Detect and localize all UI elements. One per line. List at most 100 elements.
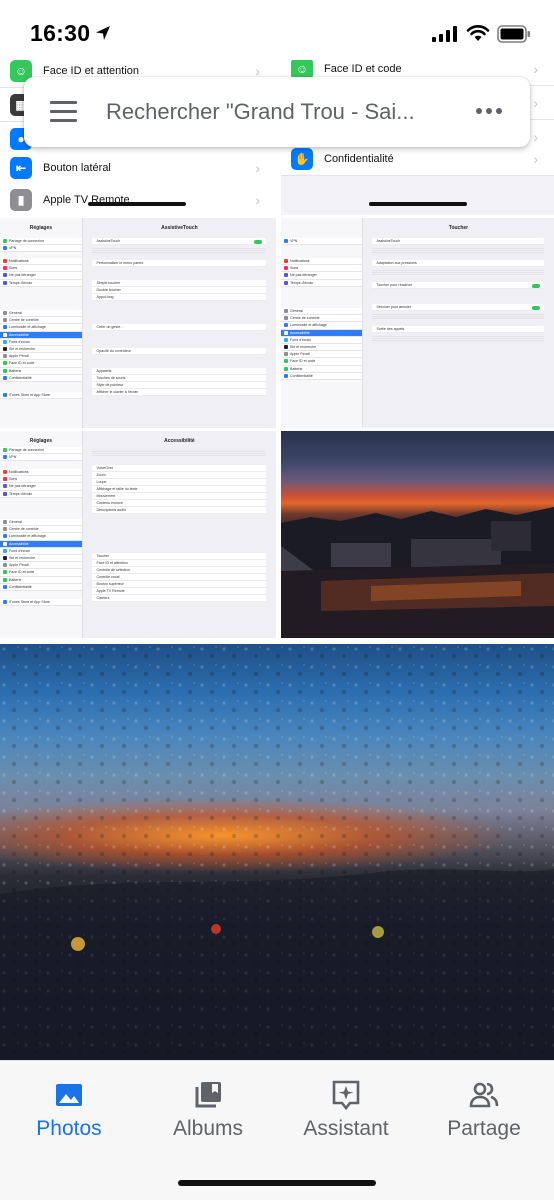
photos-icon	[56, 1084, 82, 1106]
ipad-card: Personnaliser le menu parent	[92, 260, 267, 267]
list-item: Créer un geste…	[92, 324, 267, 331]
tab-albums[interactable]: Albums	[143, 1075, 273, 1155]
ipad-card: Appareils Touches de souris Style de poi…	[92, 368, 267, 396]
albums-icon	[195, 1082, 221, 1108]
list-item: Notifications	[0, 258, 82, 266]
wifi-icon	[466, 25, 490, 41]
home-indicator	[369, 202, 467, 206]
ipad-footnote	[372, 270, 545, 275]
tab-assistant-label: Assistant	[303, 1117, 389, 1140]
list-item: Notifications	[0, 469, 82, 477]
ipad-footnote	[372, 248, 545, 253]
toggle-switch	[532, 283, 541, 288]
more-options-icon[interactable]	[476, 108, 502, 116]
list-item: Partage de connexion	[0, 238, 82, 246]
list-item: AssistiveTouch	[92, 238, 267, 245]
ipad-sidebar-list: iTunes Store et App Store	[0, 392, 82, 400]
cellular-signal-icon	[432, 26, 457, 42]
list-item: Partage de connexion	[0, 447, 82, 455]
list-item: Apple Pencil	[0, 562, 82, 570]
list-item: Ne pas déranger	[0, 483, 82, 491]
rooftop-silhouette-image	[281, 507, 554, 638]
list-item: Face ID et code	[0, 569, 82, 577]
ipad-footnote	[92, 451, 267, 456]
list-item: Contenu énoncé	[92, 500, 267, 507]
toggle-switch	[532, 305, 541, 310]
list-item: Siri et recherche	[0, 345, 82, 354]
chevron-right-icon: ›	[533, 94, 538, 111]
list-item: Ne pas déranger	[0, 272, 82, 280]
ipad-card: Adaptation aux pressions	[372, 260, 545, 267]
list-item: ▮ Apple TV Remote ›	[0, 183, 276, 215]
ipad-page-title: Accessibilité	[164, 438, 195, 444]
ipad-card: Toucher Face ID et attention Contrôle de…	[92, 553, 267, 602]
list-item: Toucher	[92, 553, 267, 560]
list-item: VPN	[0, 454, 82, 462]
ipad-page-title: Toucher	[448, 225, 469, 231]
ipad-card: AssistiveTouch	[372, 238, 545, 245]
hamburger-menu-icon[interactable]	[50, 101, 78, 123]
ipad-sidebar-list: Partage de connexion VPN	[0, 238, 82, 253]
list-item: Contrôle de sélection	[92, 567, 267, 574]
photo-grid: ☺ Face ID et attention › ▦ ● ⇤ Bouton la…	[0, 60, 554, 1060]
chevron-right-icon: ›	[533, 60, 538, 77]
ipad-card: AssistiveTouch	[92, 238, 267, 245]
home-indicator	[88, 202, 186, 206]
list-item: Adaptation aux pressions	[372, 260, 545, 267]
ipad-main-pane: Accessibilité VoiceOver Zoom Loupe Affic…	[82, 431, 276, 638]
ipad-sidebar-list: Général Centre de contrôle Luminosité et…	[0, 519, 82, 591]
list-item: Batterie	[0, 576, 82, 584]
search-bar[interactable]: Rechercher "Grand Trou - Sai...	[24, 77, 530, 147]
settings-label: Face ID et code	[324, 62, 402, 75]
list-item: Batterie	[0, 367, 82, 375]
list-item: Touches de souris	[92, 375, 267, 382]
list-item: ✋ Confidentialité ›	[281, 142, 554, 176]
list-item: Temps d'écran	[281, 279, 362, 287]
photo-tile-sunset-rooftops[interactable]	[281, 431, 554, 638]
sharing-icon	[469, 1082, 499, 1108]
ipad-footnote	[92, 248, 267, 253]
tab-photos-label: Photos	[36, 1117, 102, 1140]
ipad-sidebar-title: Réglages	[29, 225, 53, 231]
location-arrow-icon	[96, 26, 110, 40]
tab-assistant[interactable]: Assistant	[281, 1075, 411, 1155]
list-item: Ne pas déranger	[281, 272, 362, 280]
search-input[interactable]: Rechercher "Grand Trou - Sai...	[106, 99, 436, 125]
ipad-main-pane: AssistiveTouch AssistiveTouch Personnali…	[82, 218, 276, 428]
list-item: Sons	[0, 265, 82, 273]
ipad-page-title: AssistiveTouch	[161, 225, 198, 231]
tab-sharing[interactable]: Partage	[419, 1075, 549, 1155]
status-time: 16:30	[30, 20, 91, 46]
ipad-sidebar: VPN Notifications Sons Ne pas déranger T…	[281, 218, 363, 428]
settings-label: Face ID et attention	[43, 64, 139, 77]
list-item: Confidentialité	[0, 583, 82, 591]
tab-albums-label: Albums	[172, 1117, 244, 1140]
ipad-card: Opacité du contrôleur	[92, 348, 267, 355]
photo-tile-rainy-sunset[interactable]	[0, 644, 554, 1060]
list-item: Appareils	[92, 368, 267, 375]
list-item: Face ID et code	[0, 360, 82, 368]
list-item: Claviers	[92, 595, 267, 602]
list-item: Centre de contrôle	[0, 317, 82, 325]
remote-icon: ▮	[10, 188, 32, 211]
photo-tile-ipad-assistivetouch[interactable]: Réglages Partage de connexion VPN Notifi…	[0, 218, 276, 428]
ipad-sidebar: Réglages Partage de connexion VPN Notifi…	[0, 431, 83, 638]
list-item: Notifications	[281, 258, 362, 266]
ipad-sidebar-list: Notifications Sons Ne pas déranger Temps…	[0, 469, 82, 498]
list-item: Opacité du contrôleur	[92, 348, 267, 355]
photo-tile-ipad-toucher[interactable]: VPN Notifications Sons Ne pas déranger T…	[281, 218, 554, 428]
battery-icon	[497, 25, 530, 43]
hand-icon: ✋	[291, 147, 313, 170]
tab-photos[interactable]: Photos	[4, 1075, 134, 1155]
list-item: Centre de contrôle	[0, 526, 82, 534]
list-item: Temps d'écran	[0, 490, 82, 498]
photo-tile-ipad-accessibilite[interactable]: Réglages Partage de connexion VPN Notifi…	[0, 431, 276, 638]
list-item: Secouer pour annuler	[372, 304, 545, 311]
ipad-sidebar-list: Notifications Sons Ne pas déranger Temps…	[281, 258, 362, 287]
list-item: AssistiveTouch	[372, 238, 545, 245]
ipad-main-pane: Toucher AssistiveTouch Adaptation aux pr…	[362, 218, 554, 428]
rain-drops-image	[0, 644, 554, 1060]
chevron-right-icon: ›	[533, 150, 538, 167]
list-item: Sons	[0, 476, 82, 484]
list-item: VPN	[0, 245, 82, 253]
